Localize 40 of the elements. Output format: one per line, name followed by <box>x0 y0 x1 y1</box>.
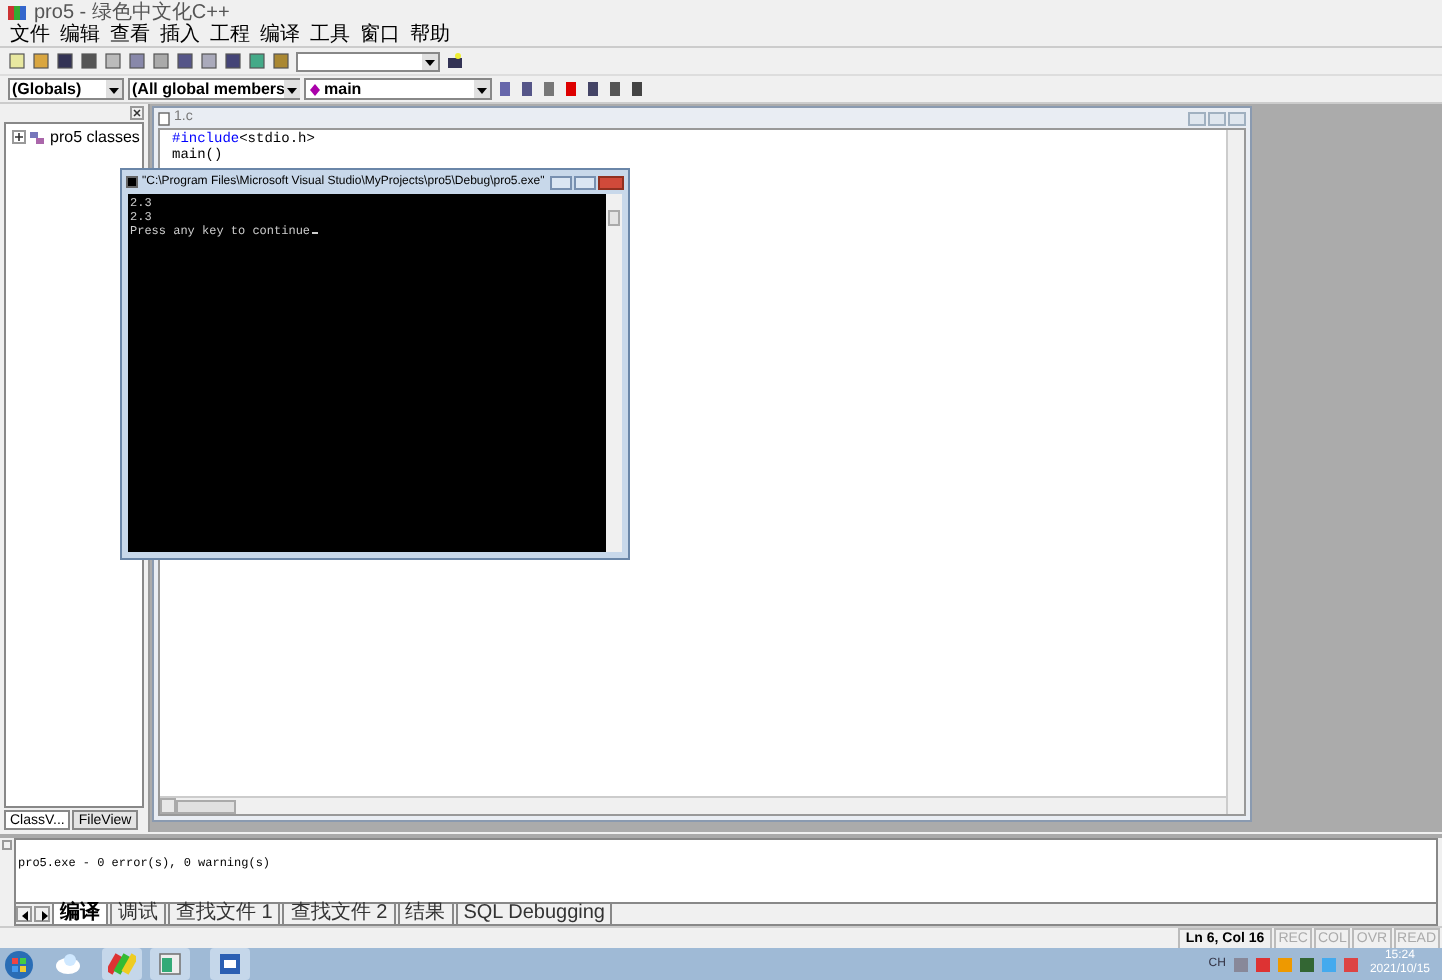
vertical-scrollbar[interactable] <box>1226 130 1244 814</box>
menu-item[interactable]: 编译 <box>258 24 302 46</box>
console-app-icon[interactable] <box>150 948 190 980</box>
classes-icon <box>30 129 46 145</box>
menu-item[interactable]: 文件 <box>8 24 52 46</box>
app-icon <box>8 3 26 21</box>
cursor-icon <box>312 232 319 234</box>
start-orb-icon[interactable] <box>4 949 34 979</box>
menu-item[interactable]: 工程 <box>208 24 252 46</box>
output-tab[interactable]: 调试 <box>110 904 166 924</box>
colorful-app-icon[interactable] <box>102 948 142 980</box>
horizontal-scrollbar[interactable] <box>160 796 1226 814</box>
scroll-thumb[interactable] <box>608 210 620 226</box>
scroll-left-icon[interactable] <box>16 906 32 922</box>
filter-combo[interactable]: (All global members <box>128 78 300 100</box>
scroll-thumb[interactable] <box>176 799 236 813</box>
tree-item[interactable]: pro5 classes <box>50 128 140 146</box>
window-title: pro5 - 绿色中文化C++ <box>34 1 230 23</box>
menu-item[interactable]: 查看 <box>108 24 152 46</box>
menu-item[interactable]: 插入 <box>158 24 202 46</box>
find-in-files-icon[interactable] <box>446 52 464 70</box>
menu-item[interactable]: 编辑 <box>58 24 102 46</box>
output-tab[interactable]: SQL Debugging <box>455 904 613 924</box>
menu-item[interactable]: 工具 <box>308 24 352 46</box>
member-combo[interactable]: main <box>304 78 492 100</box>
expand-toggle[interactable] <box>12 130 26 144</box>
cloud-icon[interactable] <box>54 952 82 976</box>
member-icon <box>310 83 320 95</box>
output-tab[interactable]: 查找文件 1 <box>168 904 281 924</box>
output-tab[interactable]: 结果 <box>397 904 454 924</box>
word-document-icon[interactable] <box>210 948 250 980</box>
output-tab[interactable]: 查找文件 2 <box>282 904 396 924</box>
console-icon <box>126 176 138 188</box>
scroll-right-icon[interactable] <box>34 906 50 922</box>
menu-item[interactable]: 帮助 <box>408 24 452 46</box>
dropdown-arrow-icon[interactable] <box>422 53 438 69</box>
menu-item[interactable]: 窗口 <box>358 24 402 46</box>
scope-combo[interactable]: (Globals) <box>8 78 124 100</box>
output-tab[interactable]: 编译 <box>52 904 108 924</box>
vertical-scrollbar[interactable] <box>606 194 622 552</box>
